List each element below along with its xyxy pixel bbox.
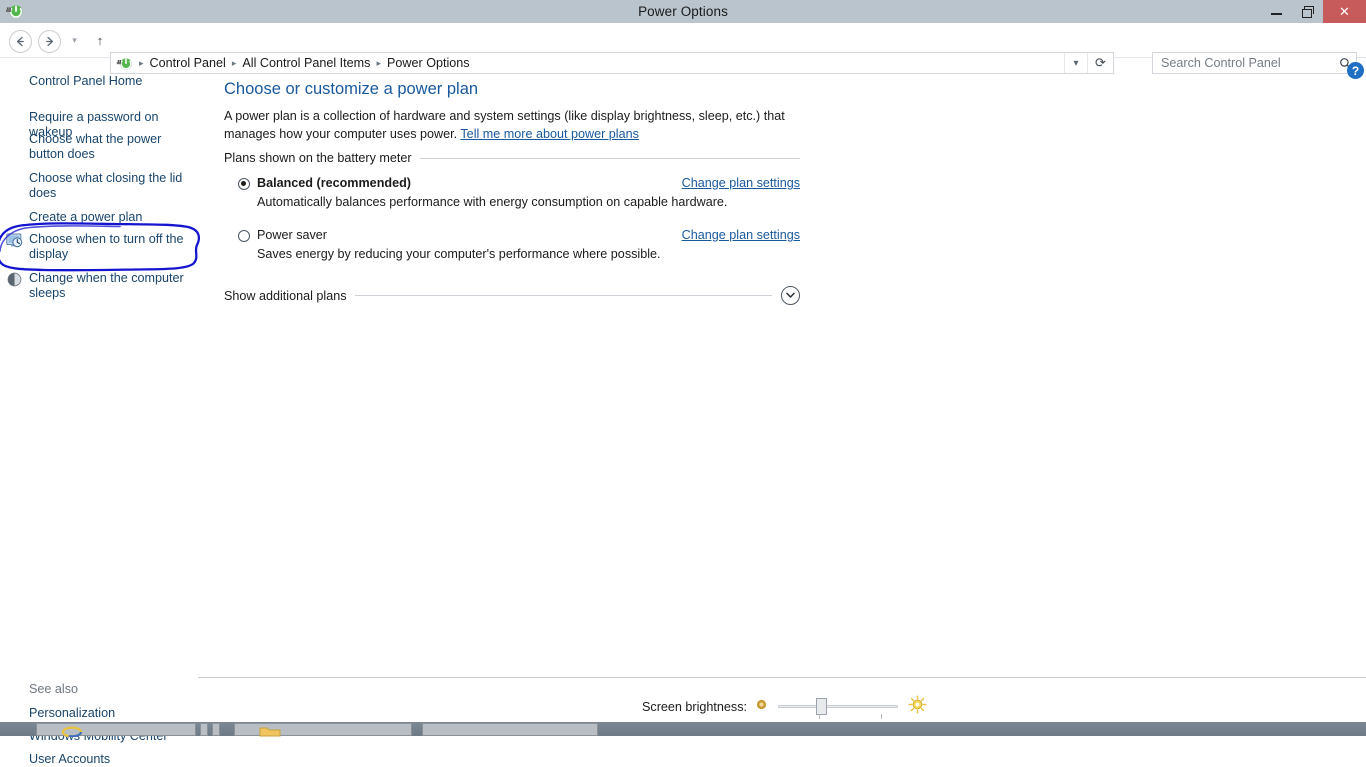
taskbar[interactable]: [0, 722, 1366, 738]
page-title: Choose or customize a power plan: [224, 80, 479, 98]
search-box[interactable]: [1152, 52, 1357, 74]
plan-row: Power saver Change plan settings: [238, 228, 800, 246]
close-icon: ✕: [1339, 4, 1350, 19]
sidebar-item-label: Choose what closing the lid does: [29, 171, 183, 200]
taskbar-item[interactable]: [234, 723, 412, 737]
window-title: Power Options: [638, 4, 728, 19]
power-plan-balanced[interactable]: Balanced (recommended) Change plan setti…: [238, 176, 800, 209]
sidebar-item-label: Change when the computer sleeps: [29, 271, 184, 300]
restore-icon: [1301, 5, 1314, 18]
breadcrumb-separator: ▸: [376, 57, 381, 68]
sidebar-item-user-accounts[interactable]: User Accounts: [29, 752, 110, 767]
back-arrow-icon: [16, 36, 24, 47]
search-input[interactable]: [1159, 55, 1334, 71]
minimize-button[interactable]: [1261, 0, 1292, 23]
radio-power-saver[interactable]: [238, 230, 250, 242]
title-bar: Power Options ✕: [0, 0, 1366, 23]
taskbar-folder-icon: [259, 727, 281, 737]
address-bar[interactable]: ▸ Control Panel ▸ All Control Panel Item…: [110, 52, 1114, 74]
up-one-level-button[interactable]: ↑: [90, 30, 110, 51]
sidebar-item-label: Personalization: [29, 706, 116, 720]
help-icon: ?: [1351, 63, 1360, 78]
plans-group-label: Plans shown on the battery meter: [224, 151, 412, 165]
minimize-icon: [1271, 13, 1282, 15]
plan-row: Balanced (recommended) Change plan setti…: [238, 176, 800, 194]
moon-sleep-icon: [6, 271, 23, 288]
power-options-window: Power Options ✕ ▾ ↑ ▸ Control Panel ▸ Al…: [0, 0, 1366, 766]
display-clock-icon: [6, 232, 23, 249]
sidebar-item-change-when-computer-sleeps[interactable]: Change when the computer sleeps: [29, 271, 189, 301]
refresh-icon: ⟳: [1095, 55, 1106, 70]
sidebar-item-control-panel-home[interactable]: Control Panel Home: [29, 74, 142, 89]
chevron-down-icon: ▾: [72, 35, 77, 45]
taskbar-item[interactable]: [36, 723, 196, 738]
sidebar-item-create-a-power-plan[interactable]: Create a power plan: [29, 210, 195, 225]
bottom-divider: [198, 677, 1366, 678]
taskbar-divider: [212, 723, 220, 736]
sidebar: Control Panel Home Require a password on…: [0, 58, 198, 766]
dim-sun-icon: [755, 698, 768, 716]
show-additional-plans-button[interactable]: [781, 286, 800, 305]
breadcrumb-power-options[interactable]: Power Options: [384, 56, 473, 70]
forward-button[interactable]: [38, 30, 61, 53]
taskbar-item-active[interactable]: [422, 723, 598, 736]
tell-me-more-link[interactable]: Tell me more about power plans: [460, 127, 639, 141]
breadcrumb-all-control-panel-items[interactable]: All Control Panel Items: [239, 56, 373, 70]
sidebar-item-choose-what-power-button-does[interactable]: Choose what the power button does: [29, 132, 195, 162]
sidebar-item-label: Create a power plan: [29, 210, 143, 224]
divider: [354, 295, 772, 296]
power-plan-power-saver[interactable]: Power saver Change plan settings Saves e…: [238, 228, 800, 261]
address-dropdown-button[interactable]: ▾: [1064, 53, 1087, 73]
sidebar-item-choose-what-closing-lid-does[interactable]: Choose what closing the lid does: [29, 171, 195, 201]
arrow-up-icon: ↑: [96, 33, 104, 48]
sidebar-item-label: User Accounts: [29, 752, 111, 766]
sidebar-item-choose-when-to-turn-off-display[interactable]: Choose when to turn off the display: [29, 232, 189, 262]
navigation-bar: ▾ ↑ ▸ Control Panel ▸ All Control Panel: [0, 23, 1366, 74]
sidebar-item-personalization[interactable]: Personalization: [29, 706, 115, 721]
sidebar-item-label: Choose what the power button does: [29, 132, 162, 161]
divider: [419, 157, 800, 159]
forward-arrow-icon: [46, 36, 54, 47]
help-button[interactable]: ?: [1347, 62, 1364, 79]
page-description: A power plan is a collection of hardware…: [224, 108, 804, 143]
slider-track[interactable]: [778, 705, 899, 708]
change-plan-settings-balanced[interactable]: Change plan settings: [682, 176, 800, 190]
plan-description: Automatically balances performance with …: [257, 195, 728, 209]
plan-name: Power saver: [257, 228, 327, 242]
sidebar-item-label: Control Panel Home: [29, 74, 143, 88]
bright-sun-icon: [908, 695, 927, 719]
show-additional-plans-row: Show additional plans: [224, 286, 800, 305]
see-also-heading: See also: [29, 682, 79, 696]
screen-brightness-control: Screen brightness:: [642, 695, 927, 719]
refresh-button[interactable]: ⟳: [1087, 53, 1113, 73]
change-plan-settings-power-saver[interactable]: Change plan settings: [682, 228, 800, 242]
recent-locations-button[interactable]: ▾: [66, 30, 83, 51]
slider-tick: [881, 714, 883, 719]
restore-button[interactable]: [1292, 0, 1323, 23]
screen-brightness-label: Screen brightness:: [642, 700, 748, 714]
chevron-down-icon: ▾: [1073, 57, 1079, 69]
taskbar-divider: [200, 723, 208, 736]
breadcrumb-separator: ▸: [231, 57, 237, 68]
slider-thumb[interactable]: [816, 698, 828, 715]
chevron-down-icon: [786, 292, 795, 298]
brightness-slider[interactable]: [778, 696, 899, 719]
plans-group-header: Plans shown on the battery meter: [224, 151, 800, 165]
taskbar-app-icon: [61, 726, 83, 738]
sidebar-item-label: Choose when to turn off the display: [29, 232, 184, 261]
close-button[interactable]: ✕: [1323, 0, 1366, 23]
show-additional-plans-label: Show additional plans: [224, 288, 347, 303]
back-button[interactable]: [9, 30, 32, 53]
radio-balanced[interactable]: [238, 178, 250, 190]
slider-tick: [819, 714, 821, 719]
plan-description: Saves energy by reducing your computer's…: [257, 247, 661, 261]
window-controls: ✕: [1261, 0, 1366, 23]
plan-name: Balanced (recommended): [257, 176, 411, 190]
